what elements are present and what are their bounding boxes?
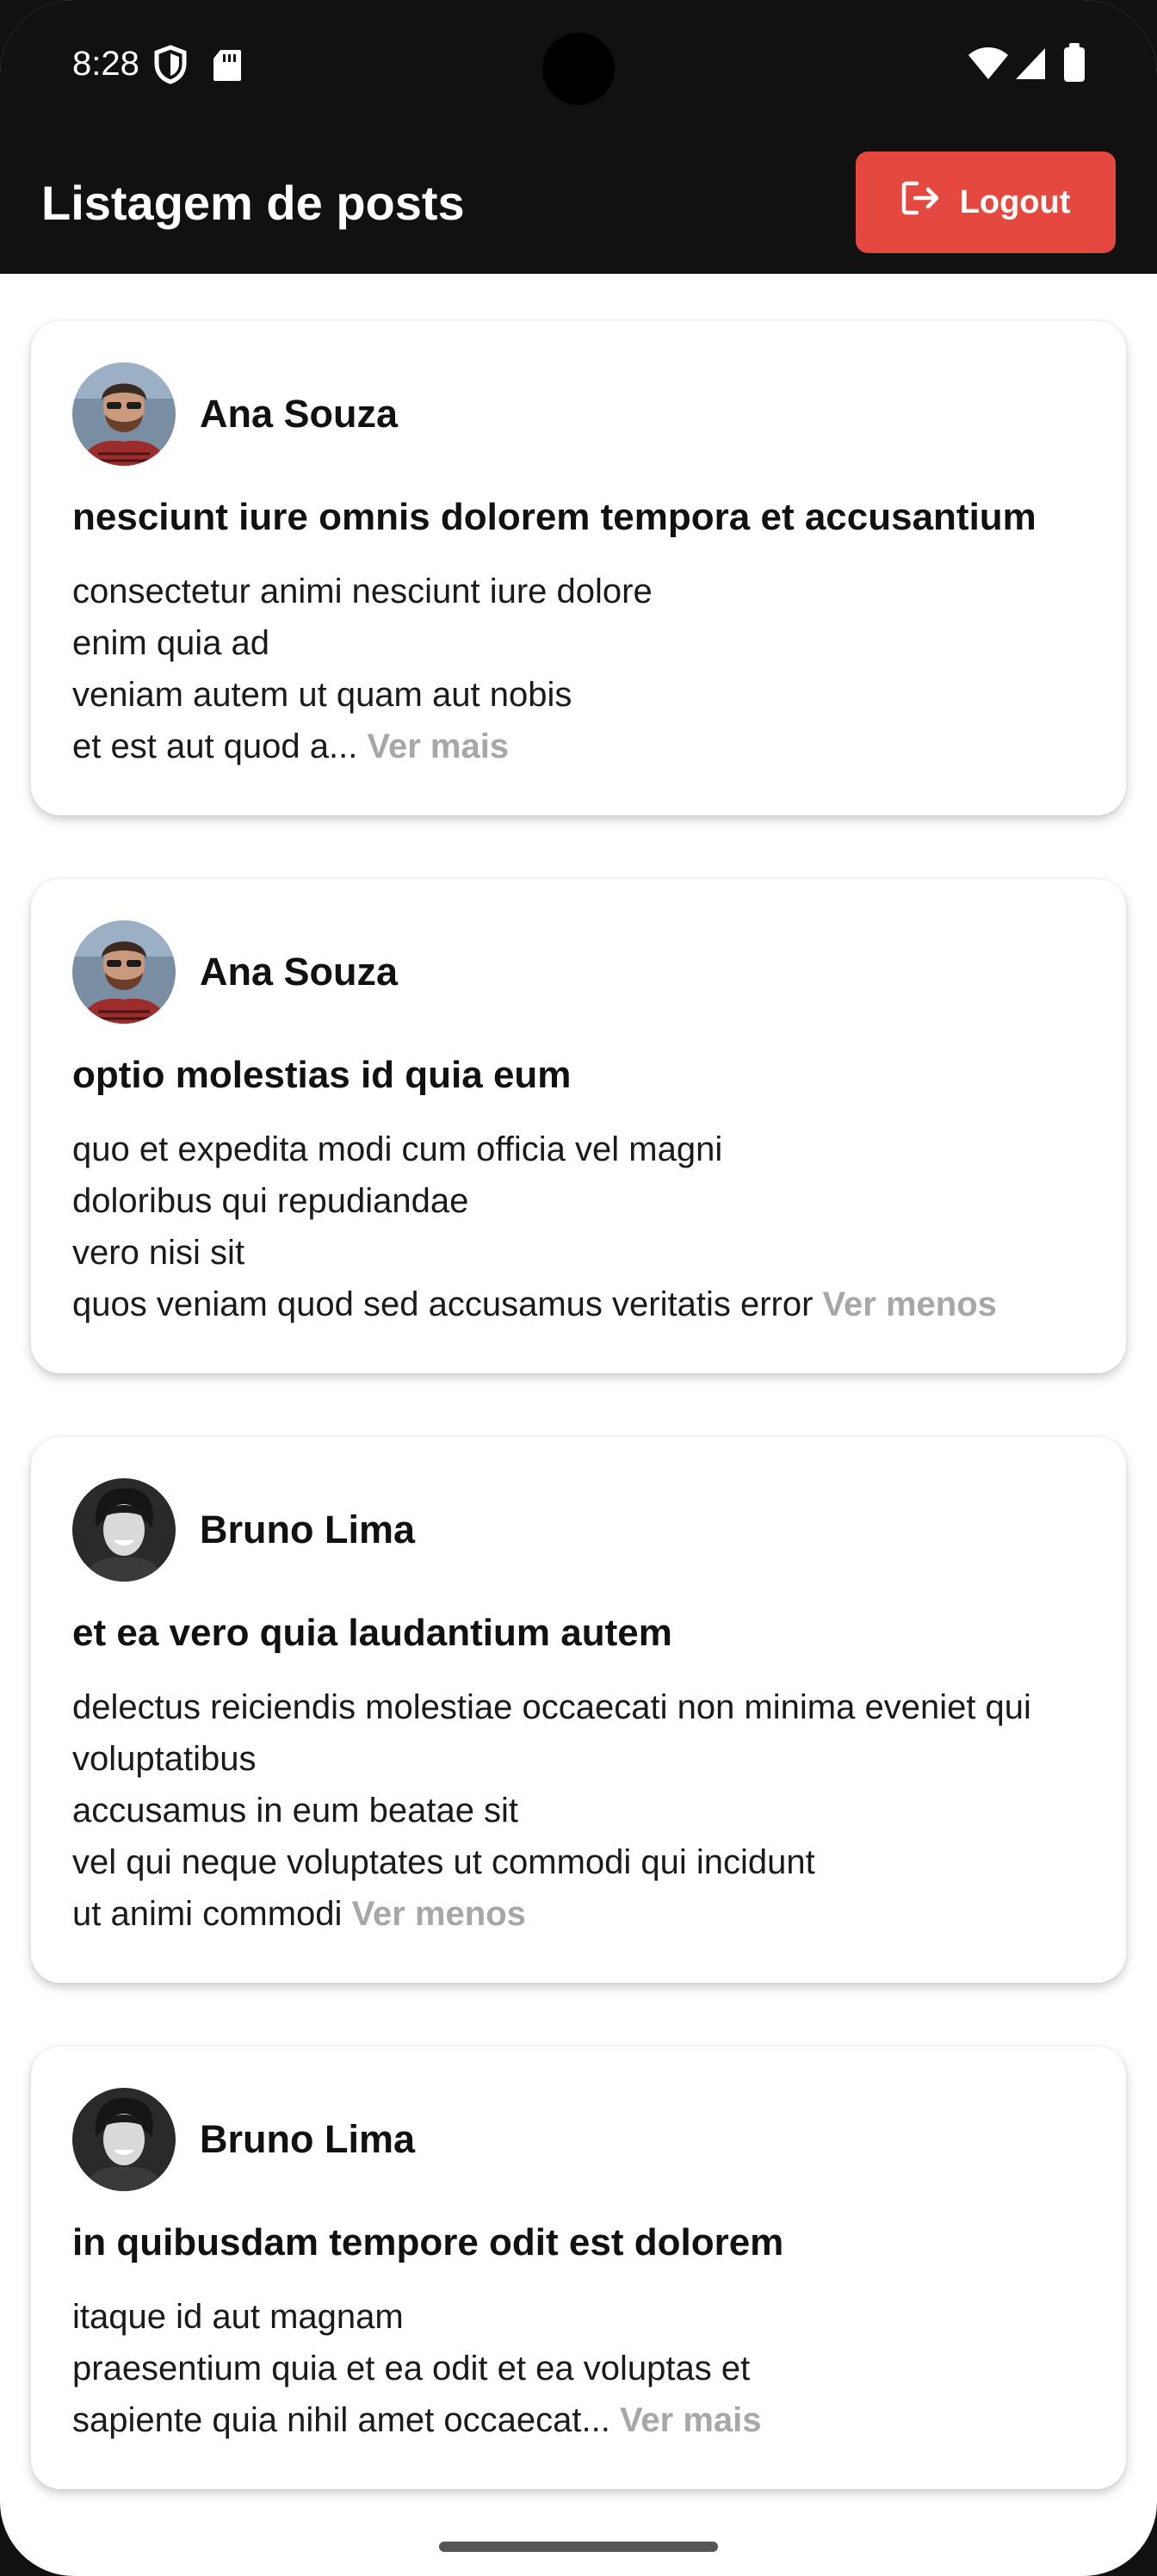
author-avatar (72, 920, 176, 1024)
signal-icon (1014, 46, 1047, 85)
shield-icon (153, 45, 188, 89)
post-card: Bruno Lima et ea vero quia laudantium au… (31, 1437, 1126, 1983)
post-body: itaque id aut magnam praesentium quia et… (72, 2291, 1085, 2446)
post-card: Ana Souza optio molestias id quia eum qu… (31, 879, 1126, 1373)
status-time: 8:28 (72, 45, 139, 83)
post-card: Bruno Lima in quibusdam tempore odit est… (31, 2047, 1126, 2489)
post-title: optio molestias id quia eum (72, 1054, 572, 1096)
post-body: delectus reiciendis molestiae occaecati … (72, 1681, 1085, 1940)
author-name: Bruno Lima (200, 2117, 416, 2161)
author-name: Bruno Lima (200, 1508, 416, 1551)
sd-card-icon (212, 48, 243, 87)
logout-label: Logout (959, 183, 1071, 220)
camera-cutout (542, 33, 615, 105)
ver-mais-link[interactable]: Ver mais (620, 2401, 762, 2439)
battery-icon (1062, 43, 1086, 87)
author-name: Ana Souza (200, 950, 399, 994)
logout-button[interactable]: Logout (856, 152, 1116, 253)
post-title: nesciunt iure omnis dolorem tempora et a… (72, 496, 1036, 538)
author-avatar (72, 2088, 176, 2191)
ver-menos-link[interactable]: Ver menos (352, 1895, 526, 1933)
home-indicator[interactable] (439, 2542, 718, 2552)
logout-icon (901, 180, 941, 225)
wifi-icon (968, 46, 1009, 85)
top-bar: 8:28 Listagem de posts Logout (0, 0, 1157, 274)
post-body-text: quo et expedita modi cum officia vel mag… (72, 1130, 814, 1323)
ver-menos-link[interactable]: Ver menos (823, 1285, 997, 1323)
post-title: et ea vero quia laudantium autem (72, 1612, 672, 1654)
author-avatar (72, 362, 176, 466)
post-body-text: delectus reiciendis molestiae occaecati … (72, 1688, 1031, 1933)
author-name: Ana Souza (200, 392, 399, 436)
page-title: Listagem de posts (41, 176, 465, 230)
post-body: quo et expedita modi cum officia vel mag… (72, 1124, 1085, 1330)
ver-mais-link[interactable]: Ver mais (367, 728, 509, 765)
post-title: in quibusdam tempore odit est dolorem (72, 2221, 784, 2263)
post-body: consectetur animi nesciunt iure dolore e… (72, 566, 1085, 772)
author-avatar (72, 1478, 176, 1582)
post-card: Ana Souza nesciunt iure omnis dolorem te… (31, 321, 1126, 815)
app-screen: 8:28 Listagem de posts Logout Ana Souza … (0, 0, 1157, 2576)
post-body-text: consectetur animi nesciunt iure dolore e… (72, 573, 653, 765)
